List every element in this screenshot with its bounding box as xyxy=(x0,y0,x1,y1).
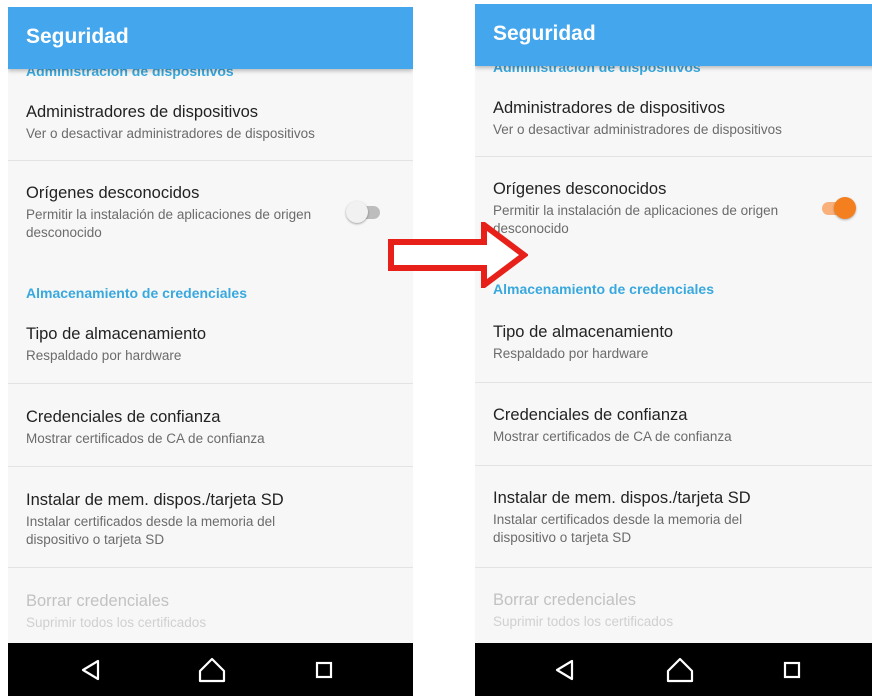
list-item-trusted-credentials[interactable]: Credenciales de confianza Mostrar certif… xyxy=(8,407,413,465)
list-item-storage-type[interactable]: Tipo de almacenamiento Respaldado por ha… xyxy=(475,322,872,380)
item-subtitle: Instalar certificados desde la memoria d… xyxy=(493,512,743,545)
item-title: Tipo de almacenamiento xyxy=(493,323,674,341)
back-icon[interactable] xyxy=(545,653,585,687)
list-item-device-admins[interactable]: Administradores de dispositivos Ver o de… xyxy=(475,98,872,156)
item-subtitle: Respaldado por hardware xyxy=(493,346,649,361)
item-subtitle: Permitir la instalación de aplicaciones … xyxy=(493,203,779,236)
item-title: Administradores de dispositivos xyxy=(493,99,726,117)
divider xyxy=(475,156,872,157)
item-title: Tipo de almacenamiento xyxy=(26,325,207,343)
item-subtitle: Instalar certificados desde la memoria d… xyxy=(26,514,276,547)
navigation-bar xyxy=(8,643,413,696)
item-title: Borrar credenciales xyxy=(493,591,637,609)
app-bar: Seguridad xyxy=(475,4,872,66)
item-title: Borrar credenciales xyxy=(26,592,170,610)
app-bar-title: Seguridad xyxy=(493,22,596,45)
unknown-sources-toggle[interactable] xyxy=(820,197,856,219)
divider xyxy=(475,382,872,383)
item-subtitle: Mostrar certificados de CA de confianza xyxy=(26,431,265,446)
section-header-credentials: Almacenamiento de credenciales xyxy=(26,285,247,301)
navigation-bar xyxy=(475,643,872,696)
divider xyxy=(8,567,413,568)
item-subtitle: Mostrar certificados de CA de confianza xyxy=(493,429,732,444)
list-item-clear-credentials: Borrar credenciales Suprimir todos los c… xyxy=(475,590,872,632)
recents-icon[interactable] xyxy=(772,653,812,687)
settings-screen-before: Seguridad Administración de dispositivos… xyxy=(8,7,413,696)
list-item-unknown-sources[interactable]: Orígenes desconocidos Permitir la instal… xyxy=(8,183,413,247)
app-bar: Seguridad xyxy=(8,7,413,69)
list-item-install-from-storage[interactable]: Instalar de mem. dispos./tarjeta SD Inst… xyxy=(475,488,872,558)
home-icon[interactable] xyxy=(192,653,232,687)
home-icon[interactable] xyxy=(660,653,700,687)
toggle-thumb xyxy=(834,197,856,219)
list-item-device-admins[interactable]: Administradores de dispositivos Ver o de… xyxy=(8,102,413,160)
app-bar-title: Seguridad xyxy=(26,25,129,48)
item-title: Administradores de dispositivos xyxy=(26,103,259,121)
list-item-install-from-storage[interactable]: Instalar de mem. dispos./tarjeta SD Inst… xyxy=(8,490,413,560)
item-subtitle: Permitir la instalación de aplicaciones … xyxy=(26,207,312,240)
toggle-thumb xyxy=(346,201,368,223)
list-item-clear-credentials: Borrar credenciales Suprimir todos los c… xyxy=(8,591,413,633)
recents-icon[interactable] xyxy=(304,653,344,687)
list-item-storage-type[interactable]: Tipo de almacenamiento Respaldado por ha… xyxy=(8,324,413,382)
item-title: Instalar de mem. dispos./tarjeta SD xyxy=(493,489,751,507)
item-subtitle: Ver o desactivar administradores de disp… xyxy=(493,122,782,137)
item-subtitle: Respaldado por hardware xyxy=(26,348,182,363)
item-title: Orígenes desconocidos xyxy=(26,184,200,202)
divider xyxy=(8,160,413,161)
back-icon[interactable] xyxy=(71,653,111,687)
item-title: Credenciales de confianza xyxy=(26,408,221,426)
divider xyxy=(475,465,872,466)
item-title: Instalar de mem. dispos./tarjeta SD xyxy=(26,491,284,509)
item-subtitle: Suprimir todos los certificados xyxy=(26,615,207,630)
list-item-trusted-credentials[interactable]: Credenciales de confianza Mostrar certif… xyxy=(475,405,872,463)
item-title: Credenciales de confianza xyxy=(493,406,688,424)
unknown-sources-toggle[interactable] xyxy=(346,201,382,223)
transition-arrow-icon xyxy=(388,222,528,288)
item-subtitle: Suprimir todos los certificados xyxy=(493,614,674,629)
divider xyxy=(8,466,413,467)
settings-screen-after: Seguridad Administración de dispositivos… xyxy=(475,4,872,696)
list-item-unknown-sources[interactable]: Orígenes desconocidos Permitir la instal… xyxy=(475,179,872,243)
divider xyxy=(475,567,872,568)
divider xyxy=(8,383,413,384)
item-title: Orígenes desconocidos xyxy=(493,180,667,198)
item-subtitle: Ver o desactivar administradores de disp… xyxy=(26,126,315,141)
